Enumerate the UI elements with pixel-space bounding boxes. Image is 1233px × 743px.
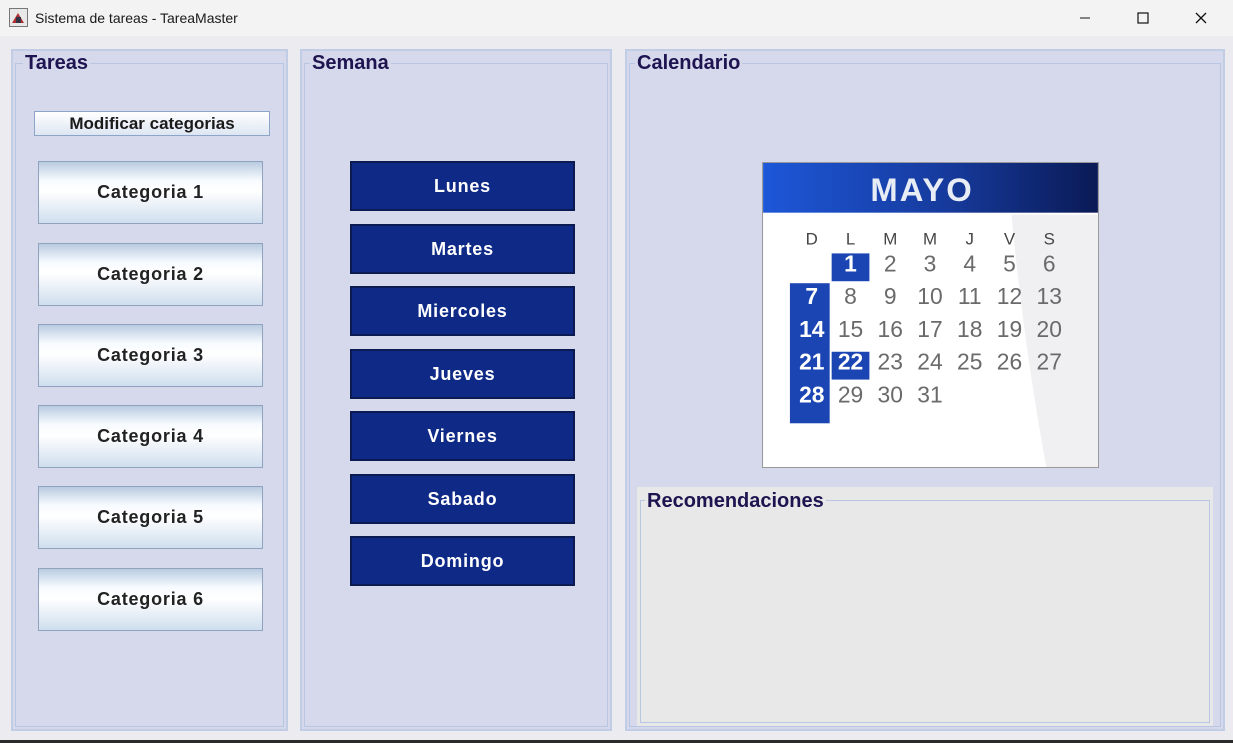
calendario-title: Calendario [635,52,743,74]
calendar-date: 31 [917,381,942,407]
calendar-date: 20 [1037,316,1062,342]
weekday-label: M [923,229,937,248]
calendar-date: 25 [957,349,982,375]
calendar-date: 6 [1043,250,1056,276]
calendario-panel: Calendario MAYO DLMMJVS 1 2 3 4 5 6 7 8 9 10 11 12 1… [625,49,1225,731]
calendar-date: 26 [997,349,1022,375]
calendar-date: 21 [799,349,825,375]
day-button-martes[interactable]: Martes [350,224,575,274]
semana-panel: Semana Lunes Martes Miercoles Jueves Vie… [300,49,612,731]
calendar-date: 17 [917,316,942,342]
calendar-date: 5 [1003,250,1016,276]
calendar-date: 14 [799,316,825,342]
calendar-date: 3 [924,250,937,276]
weekday-label: J [966,229,974,248]
calendar-date: 10 [917,283,942,309]
recomendaciones-fieldset [640,500,1210,723]
window-title: Sistema de tareas - TareaMaster [35,10,238,26]
weekday-label: D [806,229,818,248]
calendar-date: 16 [878,316,903,342]
calendar-date: 12 [997,283,1022,309]
maximize-button[interactable] [1114,0,1172,36]
day-button-miercoles[interactable]: Miercoles [350,286,575,336]
minimize-button[interactable] [1056,0,1114,36]
calendar-date: 8 [844,283,857,309]
calendar-date: 7 [805,283,818,309]
category-button-5[interactable]: Categoria 5 [38,486,263,549]
tareas-panel: Tareas Modificar categorias Categoria 1 … [11,49,288,731]
category-button-4[interactable]: Categoria 4 [38,405,263,468]
calendar-date: 1 [844,250,857,276]
modify-categories-button[interactable]: Modificar categorias [34,111,270,136]
calendar-date: 23 [878,349,903,375]
day-button-jueves[interactable]: Jueves [350,349,575,399]
semana-title: Semana [310,52,391,74]
recomendaciones-panel: Recomendaciones [637,487,1213,726]
weekday-label: V [1004,229,1016,248]
maximize-icon [1137,12,1149,24]
java-app-icon [9,8,28,27]
category-button-1[interactable]: Categoria 1 [38,161,263,224]
weekday-label: S [1044,229,1055,248]
calendar-date: 11 [958,283,982,309]
tareas-title: Tareas [23,52,91,74]
day-button-viernes[interactable]: Viernes [350,411,575,461]
calendar-date: 29 [838,381,863,407]
calendar-date: 27 [1037,349,1062,375]
close-button[interactable] [1172,0,1230,36]
title-bar: Sistema de tareas - TareaMaster [0,0,1233,36]
calendar-date: 4 [963,250,976,276]
minimize-icon [1080,17,1090,19]
weekday-label: L [846,229,855,248]
weekday-label: M [883,229,897,248]
day-button-domingo[interactable]: Domingo [350,536,575,586]
day-button-sabado[interactable]: Sabado [350,474,575,524]
calendar-date: 24 [917,349,943,375]
category-button-2[interactable]: Categoria 2 [38,243,263,306]
close-icon [1195,12,1207,24]
calendar-date: 13 [1037,283,1062,309]
calendar-date: 9 [884,283,897,309]
calendar-date: 19 [997,316,1022,342]
recomendaciones-title: Recomendaciones [645,490,826,512]
calendar-image: MAYO DLMMJVS 1 2 3 4 5 67 8 9 10 11 12 1314 15 16 17 18… [762,162,1099,468]
calendar-month-title: MAYO [870,171,973,208]
category-button-6[interactable]: Categoria 6 [38,568,263,631]
calendar-date: 22 [838,349,863,375]
calendar-date: 18 [957,316,982,342]
calendar-date: 28 [799,381,824,407]
day-button-lunes[interactable]: Lunes [350,161,575,211]
calendar-date: 30 [878,381,903,407]
category-button-3[interactable]: Categoria 3 [38,324,263,387]
calendar-date: 2 [884,250,897,276]
calendar-date: 15 [838,316,863,342]
